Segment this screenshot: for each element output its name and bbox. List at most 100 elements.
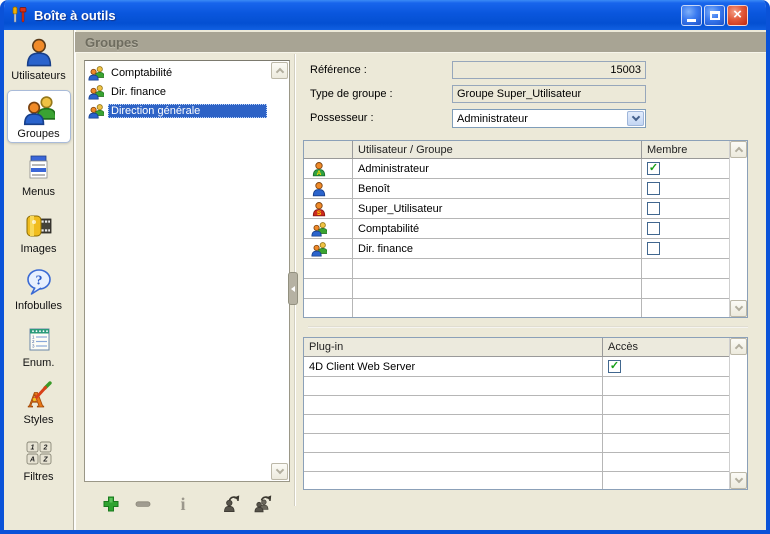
scroll-up-button[interactable]: [730, 338, 747, 355]
group-list[interactable]: Comptabilité Dir. finance Direction géné…: [84, 60, 290, 482]
sidebar-item-enum[interactable]: 1 2 3 Enum.: [7, 320, 71, 371]
content-area: Utilisateurs Groupes Menus: [4, 30, 766, 530]
member-checkbox[interactable]: [647, 222, 660, 235]
delete-group-button[interactable]: [132, 493, 154, 515]
member-checkbox[interactable]: [647, 242, 660, 255]
section-separator: [308, 326, 748, 328]
sidebar-item-infobulles[interactable]: ? Infobulles: [7, 263, 71, 314]
add-group-button[interactable]: [100, 493, 122, 515]
toolbox-icon: [9, 5, 29, 25]
member-row[interactable]: Dir. finance: [304, 239, 747, 259]
mirror-user-button[interactable]: [220, 493, 242, 515]
name-column-header: Utilisateur / Groupe: [353, 141, 642, 158]
mirror-group-button[interactable]: [252, 493, 274, 515]
toolbox-window: Boîte à outils × Utilisateurs Groupes: [0, 0, 770, 534]
members-table-scrollbar[interactable]: [729, 141, 747, 317]
members-table: Utilisateur / Groupe Membre Administrate…: [303, 140, 748, 318]
member-row[interactable]: Super_Utilisateur: [304, 199, 747, 219]
sidebar-item-label: Utilisateurs: [11, 70, 65, 82]
user-icon: [311, 181, 327, 197]
scroll-down-button[interactable]: [730, 300, 747, 317]
styles-brush-icon: A: [23, 380, 55, 412]
member-checkbox[interactable]: ✓: [647, 162, 660, 175]
user-super-icon: [311, 201, 327, 217]
table-empty-row: [304, 279, 747, 299]
user-icon: [23, 36, 55, 68]
page-title: Groupes: [85, 35, 138, 50]
chevron-down-icon: [734, 303, 742, 311]
icon-column-header: [304, 141, 353, 158]
member-name: Comptabilité: [353, 219, 642, 238]
scroll-down-button[interactable]: [730, 472, 747, 489]
sidebar-item-label: Styles: [24, 414, 54, 426]
window-title: Boîte à outils: [34, 8, 681, 23]
plugin-row[interactable]: 4D Client Web Server ✓: [304, 357, 747, 377]
group-name: Direction générale: [108, 104, 267, 118]
menu-icon: [23, 152, 55, 184]
window-controls: ×: [681, 5, 748, 26]
sidebar-item-utilisateurs[interactable]: Utilisateurs: [7, 33, 71, 84]
access-column-header: Accès: [603, 338, 729, 356]
owner-label: Possesseur :: [310, 112, 374, 124]
dropdown-button[interactable]: [627, 111, 644, 126]
check-icon: ✓: [649, 163, 658, 174]
check-icon: ✓: [610, 361, 619, 372]
group-icon: [88, 103, 104, 119]
owner-select[interactable]: Administrateur: [452, 109, 646, 128]
close-button[interactable]: ×: [727, 5, 748, 26]
plugin-name: 4D Client Web Server: [304, 357, 603, 376]
member-checkbox[interactable]: [647, 182, 660, 195]
close-icon: ×: [733, 7, 742, 22]
help-bubble-icon: ?: [23, 266, 55, 298]
sidebar-item-groupes[interactable]: Groupes: [7, 90, 71, 143]
maximize-button[interactable]: [704, 5, 725, 26]
table-empty-row: [304, 415, 747, 434]
group-list-item[interactable]: Comptabilité: [85, 63, 289, 82]
minimize-icon: [687, 19, 696, 22]
member-row[interactable]: Administrateur ✓: [304, 159, 747, 179]
plugins-table-scrollbar[interactable]: [729, 338, 747, 489]
sidebar-item-filtres[interactable]: 1 2 A Z Filtres: [7, 434, 71, 485]
table-empty-row: [304, 434, 747, 453]
member-checkbox[interactable]: [647, 202, 660, 215]
sidebar-item-label: Infobulles: [15, 300, 62, 312]
group-list-item-selected[interactable]: Direction générale: [85, 101, 289, 120]
group-icon: [88, 84, 104, 100]
minimize-button[interactable]: [681, 5, 702, 26]
group-icon: [88, 65, 104, 81]
access-checkbox[interactable]: ✓: [608, 360, 621, 373]
sidebar-item-label: Menus: [22, 186, 55, 198]
scroll-up-button[interactable]: [271, 62, 288, 79]
plugin-column-header: Plug-in: [304, 338, 603, 356]
svg-text:Z: Z: [42, 457, 48, 464]
notepad-icon: 1 2 3: [23, 323, 55, 355]
member-row[interactable]: Comptabilité: [304, 219, 747, 239]
plugins-table-header: Plug-in Accès: [304, 338, 747, 357]
film-roll-icon: [23, 209, 55, 241]
group-type-field: Groupe Super_Utilisateur: [452, 85, 646, 103]
scroll-down-button[interactable]: [271, 463, 288, 480]
member-name: Super_Utilisateur: [353, 199, 642, 218]
svg-text:?: ?: [35, 274, 42, 289]
scroll-up-button[interactable]: [730, 141, 747, 158]
sidebar-item-styles[interactable]: A Styles: [7, 377, 71, 428]
table-empty-row: [304, 396, 747, 415]
info-button[interactable]: i: [172, 493, 194, 515]
title-bar[interactable]: Boîte à outils ×: [0, 0, 770, 30]
sidebar-item-images[interactable]: Images: [7, 206, 71, 257]
info-icon: i: [180, 494, 185, 515]
chevron-down-icon: [275, 466, 283, 474]
splitter-handle[interactable]: [288, 272, 298, 305]
maximize-icon: [710, 11, 720, 20]
user-arrow-icon: [221, 494, 241, 514]
sidebar-item-menus[interactable]: Menus: [7, 149, 71, 200]
table-empty-row: [304, 453, 747, 472]
member-column-header: Membre: [642, 141, 729, 158]
owner-value: Administrateur: [453, 113, 626, 125]
group-type-label: Type de groupe :: [310, 88, 393, 100]
group-list-item[interactable]: Dir. finance: [85, 82, 289, 101]
member-row[interactable]: Benoît: [304, 179, 747, 199]
group-arrow-icon: [253, 494, 273, 514]
plus-icon: [101, 494, 121, 514]
group-icon: [311, 241, 327, 257]
